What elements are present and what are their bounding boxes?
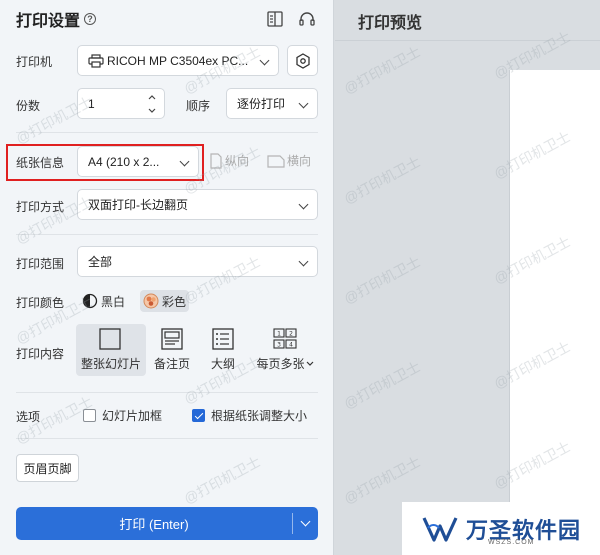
print-button[interactable]: 打印 (Enter) [16,507,292,540]
content-multi-per-page[interactable]: 1 2 3 4 每页多张 [250,324,320,376]
multi-per-page-label: 每页多张 [256,357,305,371]
watermark: @打印机卫士 [341,153,424,207]
svg-text:4: 4 [289,342,293,349]
notes-page-label: 备注页 [153,357,190,371]
duplex-label: 打印方式 [16,200,65,214]
headset-icon[interactable] [298,10,316,28]
logo-icon [422,516,458,542]
palette-icon [143,293,159,309]
frame-slides-label: 幻灯片加框 [102,409,163,423]
preview-title: 打印预览 [358,15,423,32]
landscape-page-icon [267,154,285,168]
chevron-down-icon [300,516,311,527]
printer-properties-button[interactable] [287,45,318,76]
fit-to-paper-checkbox[interactable]: 根据纸张调整大小 [192,407,307,424]
preview-page [509,70,600,555]
full-slide-label: 整张幻灯片 [80,357,141,371]
copies-value: 1 [88,96,95,111]
options-label: 选项 [16,410,41,424]
watermark: @打印机卫士 [341,358,424,412]
portrait-label: 纵向 [225,154,250,168]
notes-page-icon [161,328,183,350]
outline-icon [212,328,234,350]
watermark: @打印机卫士 [341,43,424,97]
header-footer-button[interactable]: 页眉页脚 [16,454,79,482]
landscape-label: 横向 [287,154,312,168]
order-select[interactable]: 逐份打印 [226,88,318,119]
order-value: 逐份打印 [237,97,286,111]
paper-size-value: A4 (210 x 2... [88,154,160,169]
chevron-down-icon [179,156,190,167]
color-label: 打印颜色 [16,296,65,310]
content-label: 打印内容 [16,347,65,361]
fit-to-paper-label: 根据纸张调整大小 [211,409,308,423]
chevron-down-icon [259,55,270,66]
printer-icon [88,53,104,68]
bw-label: 黑白 [101,294,126,309]
logo-subtext: WSZS.COM [488,539,535,546]
duplex-select[interactable]: 双面打印-长边翻页 [77,189,318,220]
color-option[interactable]: 彩色 [140,290,190,312]
color-option-label: 彩色 [162,294,187,309]
frame-slides-checkbox[interactable]: 幻灯片加框 [83,407,162,424]
half-circle-icon [82,293,98,309]
watermark: @打印机卫士 [341,253,424,307]
outline-label: 大纲 [210,357,235,371]
chevron-down-icon [298,256,309,267]
divider [16,438,318,439]
multi-slide-icon: 1 2 3 4 [273,328,297,349]
printer-select[interactable]: RICOH MP C3504ex PC... [77,45,279,76]
checkbox-box[interactable] [83,409,96,422]
range-label: 打印范围 [16,257,65,271]
content-outline[interactable]: 大纲 [188,324,258,376]
portrait-option[interactable]: 纵向 [209,152,249,169]
print-dropdown-button[interactable] [293,507,318,540]
layout-panel-icon[interactable] [266,10,284,28]
copies-label: 份数 [16,99,41,113]
landscape-option[interactable]: 横向 [267,152,311,169]
hexagon-settings-icon [295,52,310,69]
divider [16,132,318,133]
divider [16,392,318,393]
range-value: 全部 [88,255,113,269]
print-button-group: 打印 (Enter) [16,507,318,540]
duplex-value: 双面打印-长边翻页 [88,198,188,212]
order-label: 顺序 [186,99,211,113]
stepper-arrows-icon[interactable] [148,93,156,115]
checkbox-checked-box[interactable] [192,409,205,422]
svg-text:1: 1 [277,331,281,338]
panel-title: 打印设置 [16,13,81,30]
printer-value: RICOH MP C3504ex PC... [107,53,249,68]
bw-option[interactable]: 黑白 [80,290,127,312]
paper-label: 纸张信息 [16,156,65,170]
chevron-down-icon [298,98,309,109]
content-full-slide[interactable]: 整张幻灯片 [76,324,146,376]
panel-header: 打印设置 ? [16,8,97,30]
site-logo: 万圣软件园 WSZS.COM [402,502,600,555]
svg-text:3: 3 [277,342,281,349]
divider [335,40,600,41]
full-slide-icon [99,328,121,350]
printer-label: 打印机 [16,55,53,69]
help-icon[interactable]: ? [84,13,97,25]
chevron-down-icon [306,361,313,366]
paper-size-select[interactable]: A4 (210 x 2... [77,146,199,177]
portrait-page-icon [210,152,222,169]
chevron-down-icon [298,199,309,210]
multi-per-page-text: 每页多张 [256,355,313,372]
copies-stepper[interactable]: 1 [77,88,165,119]
range-select[interactable]: 全部 [77,246,318,277]
divider [16,234,318,235]
watermark: @打印机卫士 [341,453,424,507]
print-settings-panel: 打印设置 ? 打印机 RICOH MP C3504ex PC... 份数 1 顺… [0,0,334,555]
svg-text:2: 2 [289,331,293,338]
